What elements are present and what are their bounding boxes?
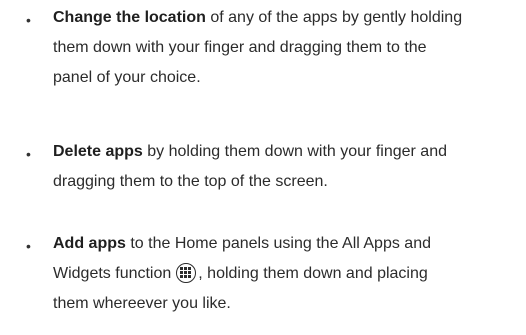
tip-line: Widgets function (53, 265, 172, 282)
tip-bold-lead: Change the location (53, 9, 206, 26)
all-apps-icon (176, 263, 197, 283)
tip-line: of any of the apps by gently holding (205, 9, 463, 26)
bullet: • (26, 238, 31, 254)
tip-text: Change the location of any of the apps b… (53, 3, 523, 93)
tip-line: panel of your choice. (53, 69, 201, 86)
tip-line: , holding them down and placing (198, 265, 428, 282)
tip-bold-lead: Delete apps (53, 143, 143, 160)
tip-line: by holding them down with your finger an… (142, 143, 447, 160)
tip-line: them down with your finger and dragging … (53, 39, 427, 56)
tip-bold-lead: Add apps (53, 235, 126, 252)
bullet: • (26, 12, 31, 28)
tip-text: Delete apps by holding them down with yo… (53, 137, 523, 197)
tip-line: to the Home panels using the All Apps an… (125, 235, 431, 252)
tip-line: dragging them to the top of the screen. (53, 173, 328, 190)
tip-line: them whereever you like. (53, 295, 231, 312)
bullet: • (26, 146, 31, 162)
tip-text: Add apps to the Home panels using the Al… (53, 229, 523, 319)
